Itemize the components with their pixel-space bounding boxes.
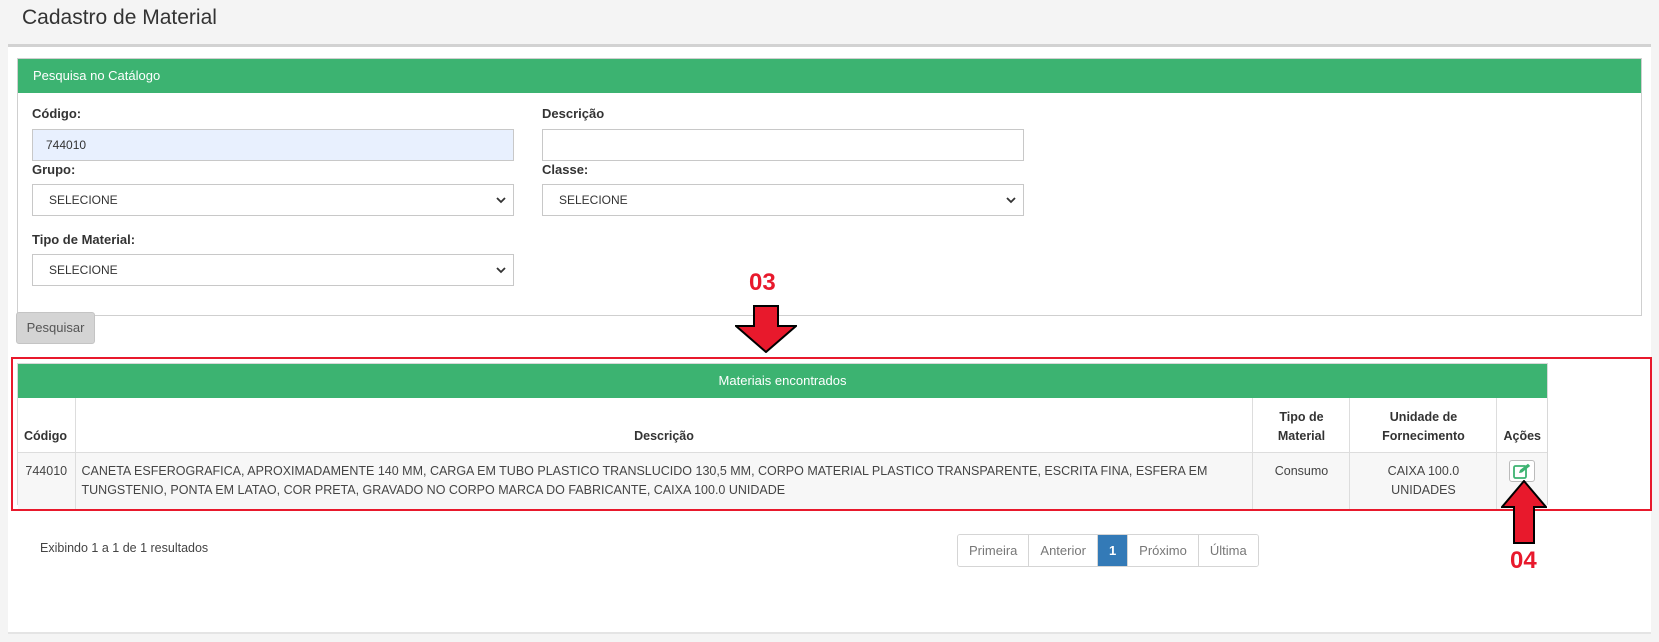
grupo-selected-value: SELECIONE <box>49 193 118 207</box>
pagination-previous[interactable]: Anterior <box>1029 535 1098 566</box>
classe-select[interactable]: SELECIONE <box>542 184 1024 216</box>
column-header-tipo-material: Tipo de Material <box>1252 398 1351 453</box>
column-header-unidade-fornecimento: Unidade de Fornecimento <box>1349 398 1498 453</box>
cell-codigo: 744010 <box>18 452 76 509</box>
chevron-down-icon <box>496 197 506 204</box>
edit-icon <box>1513 463 1531 479</box>
annotation-label-04: 04 <box>1510 547 1537 574</box>
tipo-material-select[interactable]: SELECIONE <box>32 254 514 286</box>
chevron-down-icon <box>496 267 506 274</box>
grupo-select[interactable]: SELECIONE <box>32 184 514 216</box>
page-title: Cadastro de Material <box>22 6 217 29</box>
search-panel-heading: Pesquisa no Catálogo <box>18 59 1641 93</box>
column-header-acoes: Ações <box>1496 398 1547 453</box>
annotation-arrow-down-icon <box>735 305 797 353</box>
catalog-search-panel: Pesquisa no Catálogo Código: 744010 Desc… <box>17 58 1642 316</box>
annotation-label-03: 03 <box>749 269 776 296</box>
results-highlight: Materiais encontrados Código Descrição T… <box>11 357 1652 511</box>
classe-selected-value: SELECIONE <box>559 193 628 207</box>
main-content: Pesquisa no Catálogo Código: 744010 Desc… <box>8 47 1652 634</box>
grupo-label: Grupo: <box>32 162 76 177</box>
classe-label: Classe: <box>542 162 589 177</box>
cell-tipo: Consumo <box>1252 452 1351 509</box>
edit-button[interactable] <box>1509 459 1536 482</box>
pagination-next[interactable]: Próximo <box>1128 535 1199 566</box>
annotation-arrow-up-icon <box>1501 480 1547 544</box>
tipo-material-label: Tipo de Material: <box>32 232 136 247</box>
column-header-descricao: Descrição <box>75 398 1254 453</box>
descricao-input[interactable] <box>542 129 1024 161</box>
cell-descricao: CANETA ESFEROGRAFICA, APROXIMADAMENTE 14… <box>75 452 1254 509</box>
table-header-row: Código Descrição Tipo de Material Unidad… <box>18 398 1547 453</box>
results-heading: Materiais encontrados <box>18 364 1547 398</box>
pagination-first[interactable]: Primeira <box>958 535 1030 566</box>
results-table: Código Descrição Tipo de Material Unidad… <box>18 398 1547 509</box>
codigo-label: Código: <box>32 106 82 121</box>
tipo-material-selected-value: SELECIONE <box>49 263 118 277</box>
chevron-down-icon <box>1006 197 1016 204</box>
cell-unidade: CAIXA 100.0 UNIDADES <box>1349 452 1498 509</box>
materials-results-panel: Materiais encontrados Código Descrição T… <box>17 363 1548 509</box>
pagination-current-page[interactable]: 1 <box>1097 535 1129 566</box>
codigo-input[interactable]: 744010 <box>32 129 514 161</box>
pagination-last[interactable]: Última <box>1198 535 1258 566</box>
search-button[interactable]: Pesquisar <box>16 312 95 344</box>
table-row: 744010 CANETA ESFEROGRAFICA, APROXIMADAM… <box>18 452 1547 509</box>
column-header-codigo: Código <box>18 398 76 453</box>
descricao-label: Descrição <box>542 106 605 121</box>
results-summary: Exibindo 1 a 1 de 1 resultados <box>40 541 209 555</box>
pagination: Primeira Anterior 1 Próximo Última <box>957 534 1259 567</box>
